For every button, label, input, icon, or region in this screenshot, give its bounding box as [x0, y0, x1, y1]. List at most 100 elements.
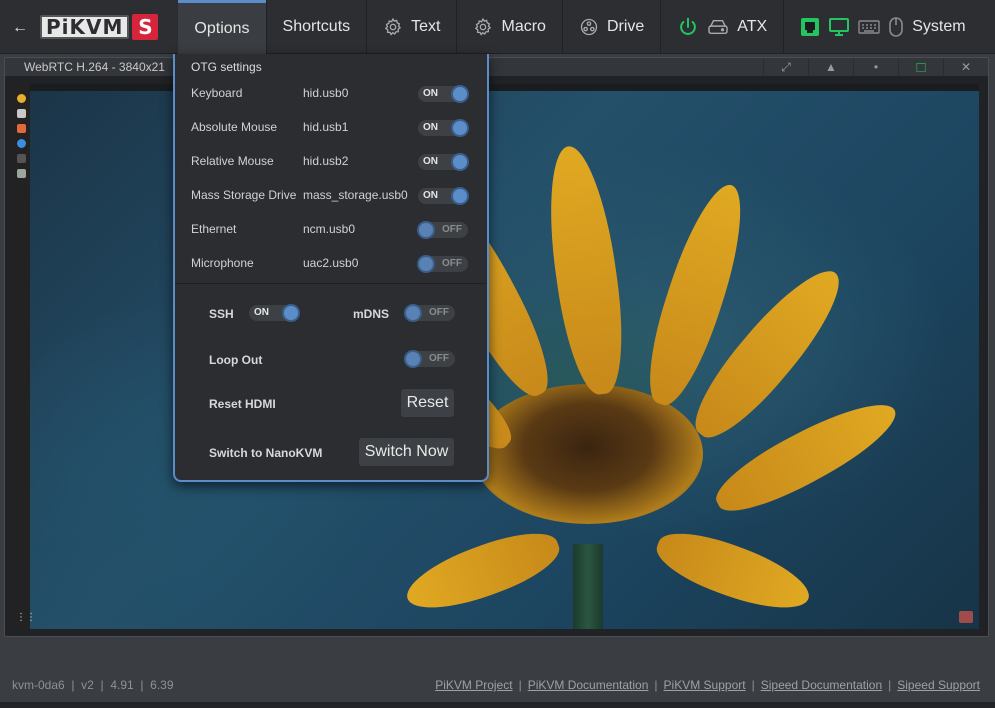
footer-links: PiKVM Project | PiKVM Documentation | Pi…	[435, 678, 980, 692]
toggle-state: ON	[423, 190, 438, 201]
toggle-state: OFF	[429, 307, 449, 318]
footer-link-pikvm-project[interactable]: PiKVM Project	[435, 678, 512, 692]
triangle-icon[interactable]: ▲	[808, 58, 853, 76]
nav-options[interactable]: Options	[178, 0, 266, 54]
mass-storage-toggle[interactable]: ON	[418, 187, 469, 205]
reset-hdmi-button[interactable]: Reset	[400, 388, 455, 418]
stream-window-controls: ⤢ ▲ • □ ✕	[763, 58, 988, 76]
close-icon[interactable]: ✕	[943, 58, 988, 76]
footer-sep: |	[518, 678, 522, 692]
stream-window-header[interactable]: WebRTC H.264 - 3840x21 ⤢ ▲ • □ ✕	[5, 58, 988, 76]
otg-row-ethernet: Ethernet ncm.usb0 OFF	[175, 214, 487, 244]
toggle-state: ON	[423, 88, 438, 99]
nav-system[interactable]: System	[783, 0, 981, 54]
nav-atx[interactable]: ATX	[660, 0, 783, 54]
nav-shortcuts[interactable]: Shortcuts	[265, 0, 367, 54]
flower-petal	[399, 520, 567, 623]
nav-macro[interactable]: Macro	[456, 0, 561, 54]
toggle-state: ON	[254, 307, 269, 318]
otg-row-absolute-mouse: Absolute Mouse hid.usb1 ON	[175, 112, 487, 142]
footer-version: v2	[81, 678, 94, 692]
absolute-mouse-toggle[interactable]: ON	[418, 119, 469, 137]
loop-out-toggle[interactable]: OFF	[404, 350, 455, 368]
nav-text[interactable]: Text	[366, 0, 456, 54]
top-navbar: ← PiKVM S Options Shortcuts Text Macro D…	[0, 0, 995, 54]
otg-device: ncm.usb0	[303, 222, 356, 236]
otg-settings-heading: OTG settings	[191, 60, 262, 74]
monitor-icon	[828, 17, 850, 37]
footer-sep: |	[751, 678, 755, 692]
nav-drive-label: Drive	[606, 18, 645, 35]
otg-name: Mass Storage Drive	[191, 188, 297, 202]
footer-info: kvm-0da6 | v2 | 4.91 | 6.39	[12, 678, 174, 692]
toggle-knob	[451, 153, 469, 171]
toggle-knob	[282, 304, 300, 322]
footer-sep: |	[140, 678, 144, 692]
otg-name: Microphone	[191, 256, 254, 270]
flower-petal	[649, 520, 817, 623]
otg-name: Ethernet	[191, 222, 237, 236]
stream-window: WebRTC H.264 - 3840x21 ⤢ ▲ • □ ✕ ⋮⋮	[4, 57, 989, 637]
footer-host: kvm-0da6	[12, 678, 65, 692]
chrome-icon	[17, 94, 26, 103]
footer-link-sipeed-support[interactable]: Sipeed Support	[897, 678, 980, 692]
expand-icon[interactable]: ⤢	[763, 58, 808, 76]
toggle-knob	[451, 187, 469, 205]
flower-petal	[538, 142, 633, 399]
relative-mouse-toggle[interactable]: ON	[418, 153, 469, 171]
footer-bar	[0, 702, 995, 708]
footer-link-sipeed-docs[interactable]: Sipeed Documentation	[761, 678, 882, 692]
toggle-knob	[404, 304, 422, 322]
logo-text: PiKVM	[40, 14, 130, 39]
switch-nanokvm-label: Switch to NanoKVM	[209, 446, 323, 460]
toggle-state: OFF	[442, 258, 462, 269]
otg-row-mass-storage: Mass Storage Drive mass_storage.usb0 ON	[175, 180, 487, 210]
microphone-toggle[interactable]: OFF	[417, 255, 468, 273]
trash-icon	[17, 169, 26, 178]
keyboard-toggle[interactable]: ON	[418, 85, 469, 103]
otg-name: Keyboard	[191, 86, 243, 100]
flower-image-center	[473, 384, 703, 524]
ssh-toggle[interactable]: ON	[249, 304, 300, 322]
hdd-icon	[707, 18, 729, 36]
menu-divider	[175, 283, 487, 284]
remote-screen[interactable]: ⋮⋮	[13, 84, 979, 629]
footer-build: 6.39	[150, 678, 174, 692]
switch-now-button[interactable]: Switch Now	[358, 437, 455, 467]
apps-grid-icon: ⋮⋮	[16, 612, 36, 623]
nav-shortcuts-label: Shortcuts	[282, 18, 351, 35]
software-icon	[17, 124, 26, 133]
mouse-icon	[888, 16, 904, 38]
ssh-label: SSH	[209, 307, 234, 321]
loop-out-label: Loop Out	[209, 353, 263, 367]
flower-stem	[573, 544, 603, 629]
otg-device: uac2.usb0	[303, 256, 359, 270]
files-icon	[17, 109, 26, 118]
ethernet-toggle[interactable]: OFF	[417, 221, 468, 239]
terminal-icon	[17, 154, 26, 163]
logo-badge: S	[132, 13, 159, 40]
nav-atx-label: ATX	[737, 18, 768, 35]
square-icon[interactable]: □	[898, 58, 943, 76]
otg-device: mass_storage.usb0	[303, 188, 408, 202]
footer-sep: |	[888, 678, 892, 692]
power-icon	[677, 16, 699, 38]
toggle-knob	[417, 255, 435, 273]
footer-kernel: 4.91	[110, 678, 134, 692]
nav-options-label: Options	[194, 19, 250, 37]
nav-drive[interactable]: Drive	[561, 0, 660, 54]
keyboard-icon	[858, 19, 880, 35]
gear-icon	[473, 17, 493, 37]
otg-row-keyboard: Keyboard hid.usb0 ON	[175, 78, 487, 108]
options-menu: OTG settings Keyboard hid.usb0 ON Absolu…	[173, 54, 489, 482]
pikvm-logo[interactable]: PiKVM S	[40, 0, 178, 53]
footer-link-pikvm-docs[interactable]: PiKVM Documentation	[528, 678, 649, 692]
mdns-toggle[interactable]: OFF	[404, 304, 455, 322]
footer-link-pikvm-support[interactable]: PiKVM Support	[664, 678, 746, 692]
dot-icon[interactable]: •	[853, 58, 898, 76]
toggle-state: OFF	[429, 353, 449, 364]
toggle-knob	[451, 85, 469, 103]
footer-sep: |	[654, 678, 658, 692]
back-button[interactable]: ←	[0, 0, 40, 53]
toggle-state: ON	[423, 122, 438, 133]
